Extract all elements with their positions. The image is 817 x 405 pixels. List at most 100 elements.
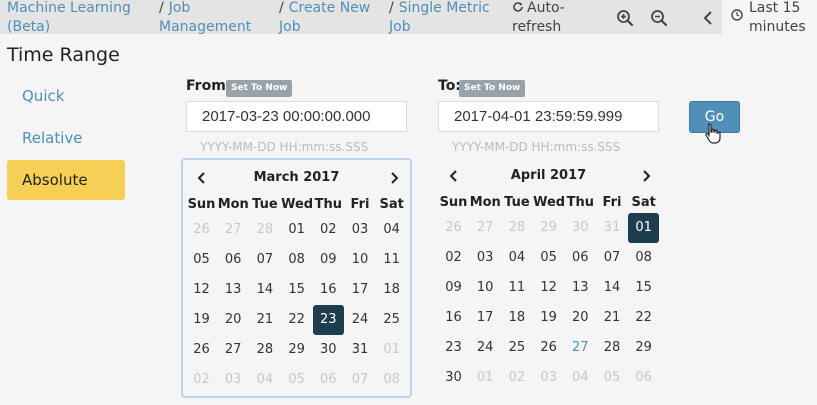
calendar-day[interactable]: 03	[470, 243, 501, 273]
calendar-day[interactable]: 25	[376, 305, 407, 335]
calendar-day[interactable]: 26	[438, 213, 469, 243]
calendar-day[interactable]: 26	[186, 215, 217, 245]
zoom-in-icon[interactable]	[616, 9, 634, 27]
breadcrumb-create-new-job[interactable]: / Create New Job	[279, 0, 370, 37]
breadcrumb-job-management[interactable]: / Job Management	[159, 0, 251, 37]
calendar-day[interactable]: 20	[218, 305, 249, 335]
tab-absolute[interactable]: Absolute	[7, 160, 125, 200]
tab-relative[interactable]: Relative	[7, 118, 125, 158]
calendar-day[interactable]: 27	[218, 215, 249, 245]
calendar-day[interactable]: 26	[533, 333, 564, 363]
calendar-day[interactable]: 14	[597, 273, 628, 303]
calendar-day[interactable]: 08	[376, 365, 407, 395]
calendar-day[interactable]: 29	[281, 335, 312, 365]
calendar-day[interactable]: 30	[313, 335, 344, 365]
calendar-day[interactable]: 29	[628, 333, 659, 363]
calendar-day[interactable]: 24	[345, 305, 376, 335]
calendar-day[interactable]: 07	[249, 245, 280, 275]
calendar-day[interactable]: 23	[438, 333, 469, 363]
calendar-day[interactable]: 02	[186, 365, 217, 395]
calendar-day[interactable]: 19	[186, 305, 217, 335]
calendar-day[interactable]: 14	[249, 275, 280, 305]
calendar-day[interactable]: 17	[470, 303, 501, 333]
calendar-day[interactable]: 03	[218, 365, 249, 395]
calendar-day[interactable]: 06	[565, 243, 596, 273]
calendar-day[interactable]: 23	[312, 305, 344, 335]
calendar-day[interactable]: 28	[249, 215, 280, 245]
calendar-day[interactable]: 27	[218, 335, 249, 365]
calendar-day[interactable]: 05	[597, 363, 628, 393]
calendar-day[interactable]: 04	[565, 363, 596, 393]
calendar-day[interactable]: 11	[501, 273, 532, 303]
calendar-day[interactable]: 02	[438, 243, 469, 273]
calendar-day[interactable]: 24	[470, 333, 501, 363]
calendar-day[interactable]: 08	[628, 243, 659, 273]
calendar-day[interactable]: 18	[376, 275, 407, 305]
calendar-day[interactable]: 05	[186, 245, 217, 275]
calendar-day[interactable]: 04	[501, 243, 532, 273]
calendar-day[interactable]: 21	[249, 305, 280, 335]
calendar-day[interactable]: 22	[628, 303, 659, 333]
to-date-input[interactable]	[438, 101, 659, 132]
calendar-day[interactable]: 01	[376, 335, 407, 365]
calendar-day[interactable]: 04	[249, 365, 280, 395]
calendar-day[interactable]: 05	[533, 243, 564, 273]
calendar-day[interactable]: 04	[376, 215, 407, 245]
breadcrumb-single-metric-job[interactable]: / Single Metric Job	[389, 0, 490, 37]
calendar-day[interactable]: 10	[345, 245, 376, 275]
calendar-day[interactable]: 20	[565, 303, 596, 333]
to-set-to-now-button[interactable]: Set To Now	[459, 80, 526, 97]
calendar-day[interactable]: 31	[345, 335, 376, 365]
calendar-day[interactable]: 19	[533, 303, 564, 333]
calendar-day[interactable]: 10	[470, 273, 501, 303]
calendar-day[interactable]: 29	[533, 213, 564, 243]
calendar-day[interactable]: 27	[565, 333, 596, 363]
from-set-to-now-button[interactable]: Set To Now	[226, 80, 293, 97]
calendar-day[interactable]: 07	[345, 365, 376, 395]
breadcrumb-machine-learning[interactable]: Machine Learning (Beta)	[7, 0, 131, 37]
calendar-day[interactable]: 22	[281, 305, 312, 335]
calendar-day[interactable]: 18	[501, 303, 532, 333]
calendar-day[interactable]: 25	[501, 333, 532, 363]
clock-icon	[731, 9, 743, 21]
calendar-day[interactable]: 16	[438, 303, 469, 333]
calendar-day[interactable]: 02	[501, 363, 532, 393]
calendar-day[interactable]: 12	[533, 273, 564, 303]
calendar-day[interactable]: 06	[628, 363, 659, 393]
auto-refresh-button[interactable]: Auto- refresh	[512, 0, 565, 37]
calendar-day[interactable]: 13	[218, 275, 249, 305]
calendar-day[interactable]: 16	[313, 275, 344, 305]
calendar-day[interactable]: 03	[345, 215, 376, 245]
calendar-day[interactable]: 21	[597, 303, 628, 333]
calendar-day[interactable]: 01	[628, 213, 660, 243]
calendar-day[interactable]: 02	[313, 215, 344, 245]
calendar-day[interactable]: 08	[281, 245, 312, 275]
calendar-day[interactable]: 28	[501, 213, 532, 243]
calendar-day[interactable]: 17	[345, 275, 376, 305]
calendar-day[interactable]: 28	[597, 333, 628, 363]
calendar-day[interactable]: 28	[249, 335, 280, 365]
calendar-day[interactable]: 05	[281, 365, 312, 395]
calendar-day[interactable]: 15	[281, 275, 312, 305]
calendar-day[interactable]: 15	[628, 273, 659, 303]
calendar-day[interactable]: 30	[565, 213, 596, 243]
calendar-day[interactable]: 30	[438, 363, 469, 393]
calendar-day[interactable]: 01	[281, 215, 312, 245]
calendar-day[interactable]: 11	[376, 245, 407, 275]
zoom-out-icon[interactable]	[650, 9, 668, 27]
calendar-day[interactable]: 26	[186, 335, 217, 365]
calendar-day[interactable]: 27	[470, 213, 501, 243]
calendar-day[interactable]: 01	[470, 363, 501, 393]
calendar-day[interactable]: 06	[218, 245, 249, 275]
calendar-day[interactable]: 09	[313, 245, 344, 275]
calendar-day[interactable]: 06	[313, 365, 344, 395]
chevron-left-icon[interactable]	[700, 9, 718, 27]
calendar-day[interactable]: 07	[597, 243, 628, 273]
calendar-day[interactable]: 31	[597, 213, 628, 243]
tab-quick[interactable]: Quick	[7, 76, 125, 116]
calendar-day[interactable]: 12	[186, 275, 217, 305]
from-date-input[interactable]	[186, 101, 407, 132]
calendar-day[interactable]: 03	[533, 363, 564, 393]
calendar-day[interactable]: 09	[438, 273, 469, 303]
calendar-day[interactable]: 13	[565, 273, 596, 303]
